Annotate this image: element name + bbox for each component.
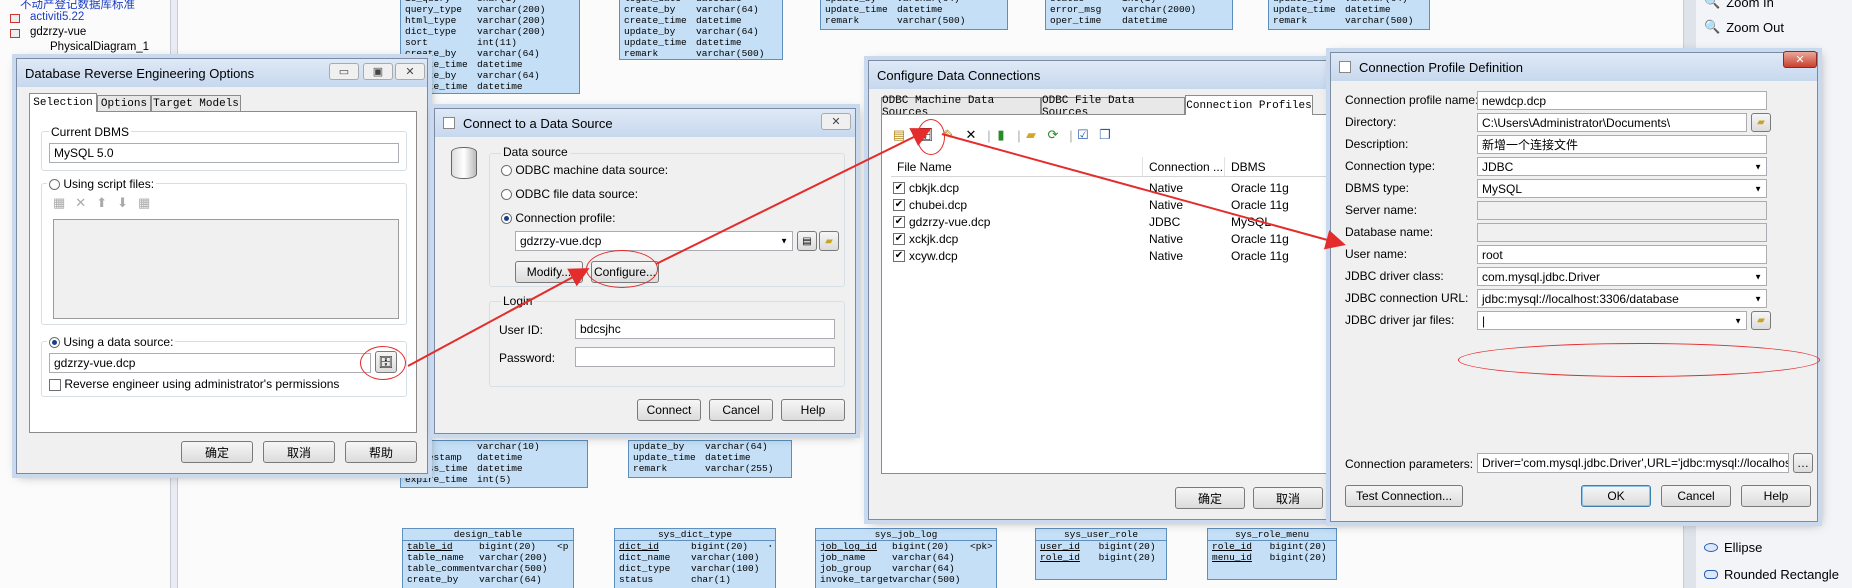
arrow-to-add-profile xyxy=(655,128,932,265)
tab-connection-profiles[interactable]: Connection Profiles xyxy=(1185,95,1313,115)
arrow-to-configure xyxy=(407,268,590,367)
annotation-arrows xyxy=(407,128,1346,367)
tab-selection[interactable]: Selection xyxy=(29,93,97,112)
arrow-to-profile-definition xyxy=(941,133,1346,250)
